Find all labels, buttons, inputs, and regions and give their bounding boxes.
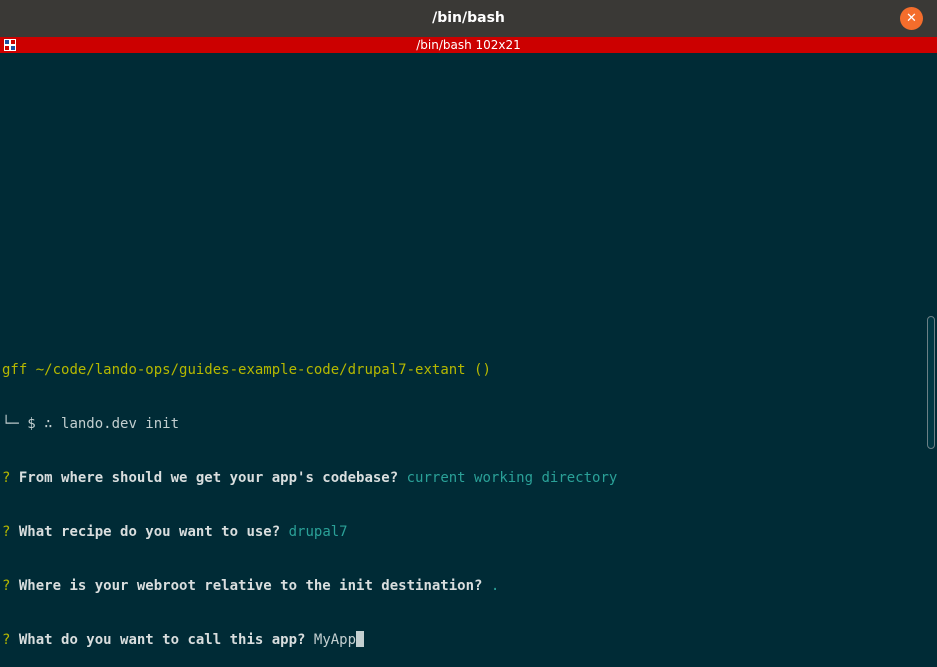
answer-text: drupal7 (288, 524, 348, 540)
terminal-output: gff ~/code/lando-ops/guides-example-code… (2, 325, 617, 667)
question-marker: ? (2, 578, 11, 594)
question-marker: ? (2, 470, 11, 486)
window-title: /bin/bash (432, 10, 505, 26)
question-line: ? From where should we get your app's co… (2, 469, 617, 487)
answer-text: current working directory (406, 470, 618, 486)
question-marker: ? (2, 524, 11, 540)
terminal-tab-icon (4, 39, 16, 51)
command-line: └─ $ ∴ lando.dev init (2, 415, 617, 433)
terminal-scrollbar[interactable] (927, 316, 935, 449)
prompt-path: ~/code/lando-ops/guides-example-code/dru… (35, 362, 466, 378)
text-cursor (356, 631, 365, 647)
input-text[interactable]: MyApp (314, 632, 356, 648)
question-line: ? Where is your webroot relative to the … (2, 577, 617, 595)
answer-text: . (490, 578, 500, 594)
question-text: Where is your webroot relative to the in… (18, 578, 483, 594)
window-titlebar: /bin/bash ✕ (0, 0, 937, 37)
tab-label: /bin/bash 102x21 (416, 38, 521, 52)
close-button[interactable]: ✕ (900, 7, 923, 30)
prompt-branch: () (474, 362, 491, 378)
question-line: ? What recipe do you want to use? drupal… (2, 523, 617, 541)
question-line: ? What do you want to call this app? MyA… (2, 631, 617, 649)
prompt-prefix: └─ $ ∴ (2, 416, 53, 432)
question-text: From where should we get your app's code… (18, 470, 399, 486)
command-text: lando.dev init (61, 416, 180, 432)
tab-bar[interactable]: /bin/bash 102x21 (0, 37, 937, 53)
prompt-line: gff ~/code/lando-ops/guides-example-code… (2, 361, 617, 379)
close-icon: ✕ (906, 11, 917, 26)
prompt-user: gff (2, 362, 28, 378)
question-marker: ? (2, 632, 11, 648)
question-text: What do you want to call this app? (18, 632, 306, 648)
question-text: What recipe do you want to use? (18, 524, 281, 540)
